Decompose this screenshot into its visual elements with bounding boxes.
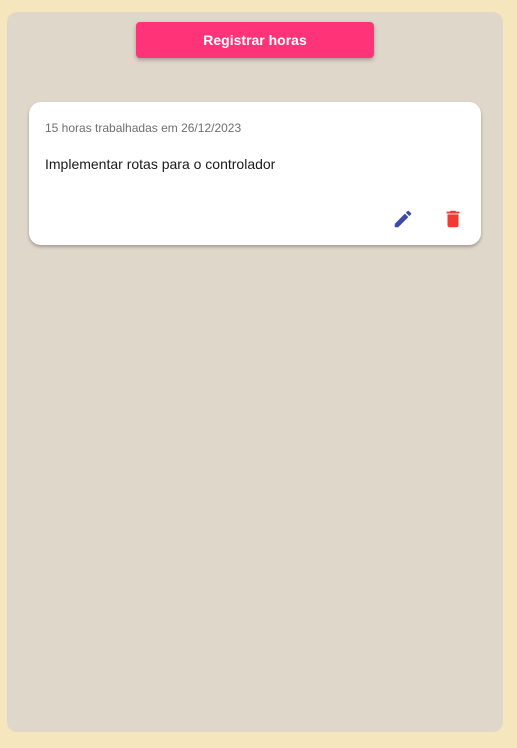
delete-entry-button[interactable]	[439, 205, 467, 233]
hours-entry-card: 15 horas trabalhadas em 26/12/2023 Imple…	[29, 102, 481, 245]
entry-description: Implementar rotas para o controlador	[45, 156, 276, 172]
pencil-icon	[392, 208, 414, 230]
main-panel: Registrar horas 15 horas trabalhadas em …	[7, 12, 503, 732]
register-hours-button[interactable]: Registrar horas	[136, 22, 374, 58]
edit-entry-button[interactable]	[389, 205, 417, 233]
trash-icon	[442, 208, 464, 230]
entry-meta: 15 horas trabalhadas em 26/12/2023	[45, 121, 242, 135]
